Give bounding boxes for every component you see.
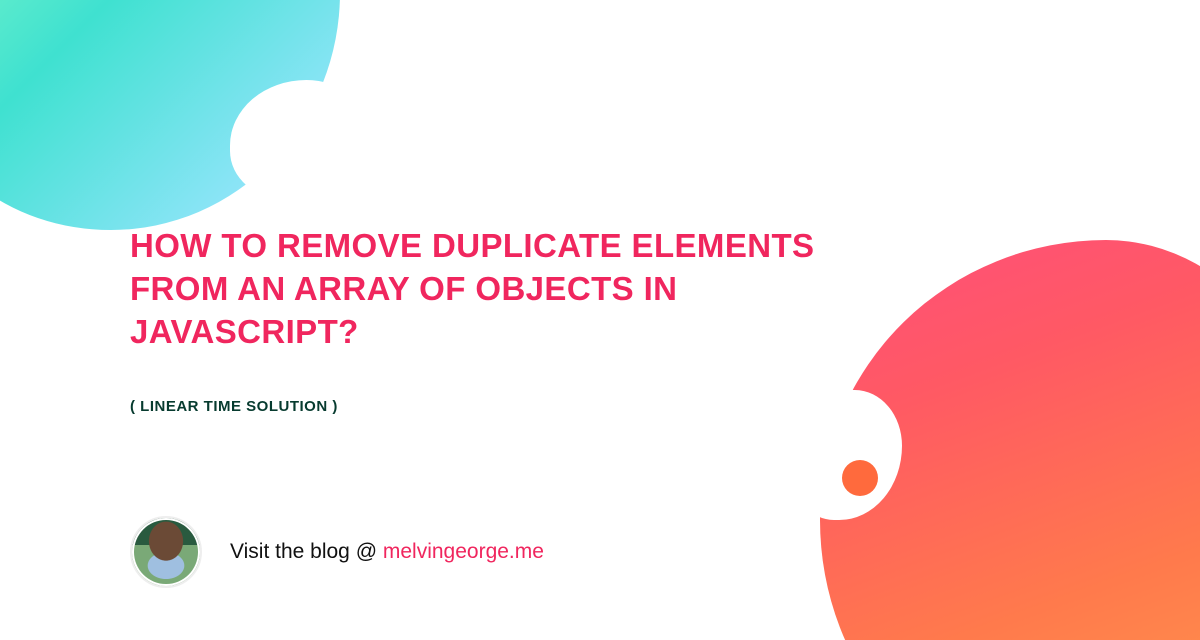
decorative-blob-bottom-right (820, 240, 1200, 640)
blog-link[interactable]: melvingeorge.me (383, 540, 544, 563)
hero-content: HOW TO REMOVE DUPLICATE ELEMENTS FROM AN… (130, 225, 850, 415)
page-subtitle: ( LINEAR TIME SOLUTION ) (130, 398, 850, 415)
visit-blog-text: Visit the blog @ melvingeorge.me (230, 540, 544, 564)
decorative-blob-top-left (0, 0, 340, 230)
author-avatar (130, 516, 202, 588)
page-title: HOW TO REMOVE DUPLICATE ELEMENTS FROM AN… (130, 225, 850, 354)
author-footer: Visit the blog @ melvingeorge.me (130, 516, 544, 588)
visit-prefix: Visit the blog @ (230, 540, 383, 563)
decorative-dot (842, 460, 878, 496)
